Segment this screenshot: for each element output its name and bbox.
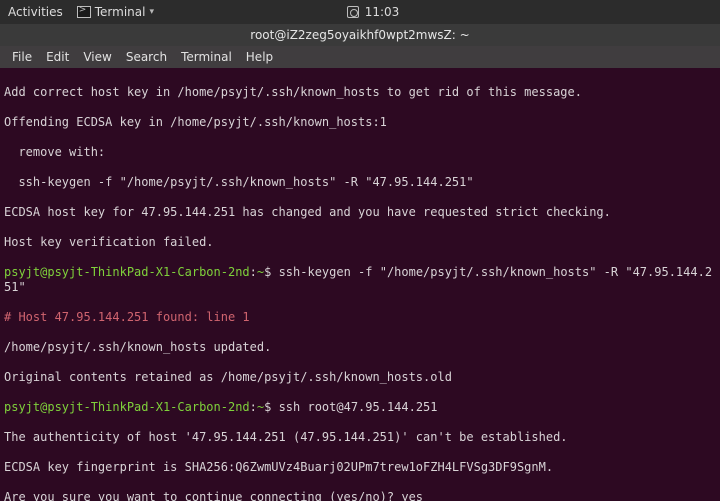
menu-search[interactable]: Search [120,48,173,66]
prompt-sep: : [250,265,257,279]
term-line: # Host 47.95.144.251 found: line 1 [4,310,716,325]
clock-label: 11:03 [365,5,400,19]
prompt-user: psyjt@psyjt-ThinkPad-X1-Carbon-2nd [4,265,250,279]
menu-terminal[interactable]: Terminal [175,48,238,66]
terminal-menu-bar: File Edit View Search Terminal Help [0,46,720,68]
prompt-user: psyjt@psyjt-ThinkPad-X1-Carbon-2nd [4,400,250,414]
term-line: Original contents retained as /home/psyj… [4,370,716,385]
window-title-bar: root@iZ2zeg5oyaikhf0wpt2mwsZ: ~ [0,24,720,46]
term-line: The authenticity of host '47.95.144.251 … [4,430,716,445]
window-title: root@iZ2zeg5oyaikhf0wpt2mwsZ: ~ [250,28,469,42]
clock-area[interactable]: 11:03 [154,5,592,19]
term-prompt-line: psyjt@psyjt-ThinkPad-X1-Carbon-2nd:~$ ss… [4,265,716,295]
active-app-indicator[interactable]: Terminal ▾ [77,5,154,19]
terminal-icon [77,6,91,18]
term-line: Offending ECDSA key in /home/psyjt/.ssh/… [4,115,716,130]
gnome-top-panel: Activities Terminal ▾ 11:03 [0,0,720,24]
term-line: ECDSA host key for 47.95.144.251 has cha… [4,205,716,220]
term-line: Host key verification failed. [4,235,716,250]
term-line: ECDSA key fingerprint is SHA256:Q6ZwmUVz… [4,460,716,475]
term-line: Add correct host key in /home/psyjt/.ssh… [4,85,716,100]
term-prompt-line: psyjt@psyjt-ThinkPad-X1-Carbon-2nd:~$ ss… [4,400,716,415]
menu-edit[interactable]: Edit [40,48,75,66]
active-app-label: Terminal [95,5,146,19]
terminal-output[interactable]: Add correct host key in /home/psyjt/.ssh… [0,68,720,501]
activities-button[interactable]: Activities [8,5,63,19]
prompt-sep: : [250,400,257,414]
calendar-icon [347,6,359,18]
menu-file[interactable]: File [6,48,38,66]
term-line: Are you sure you want to continue connec… [4,490,716,501]
command-text: ssh root@47.95.144.251 [271,400,437,414]
term-line: ssh-keygen -f "/home/psyjt/.ssh/known_ho… [4,175,716,190]
menu-view[interactable]: View [77,48,117,66]
menu-help[interactable]: Help [240,48,279,66]
term-line: /home/psyjt/.ssh/known_hosts updated. [4,340,716,355]
term-line: remove with: [4,145,716,160]
chevron-down-icon: ▾ [149,7,154,17]
